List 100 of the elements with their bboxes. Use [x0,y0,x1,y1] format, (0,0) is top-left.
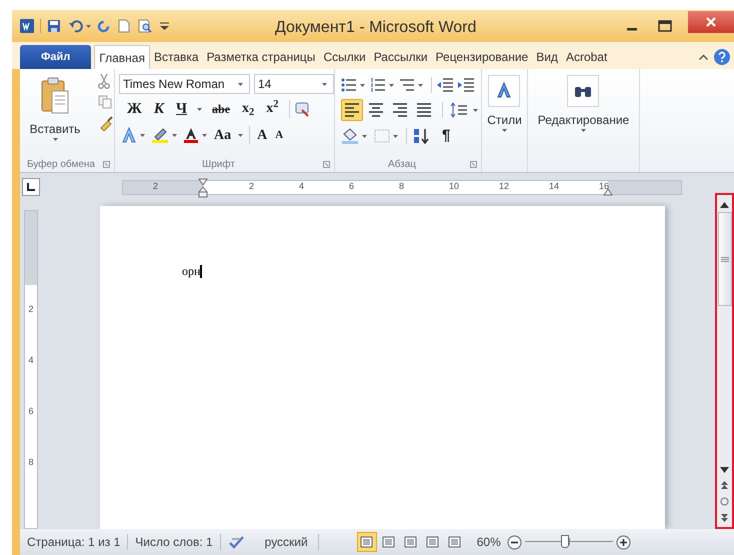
ribbon-tab[interactable]: Ссылки [319,45,370,69]
ribbon-tab[interactable]: Рассылки [370,45,432,69]
multilevel-list-icon[interactable] [399,78,415,92]
align-center-icon [368,102,384,118]
format-painter-icon[interactable] [98,115,114,131]
vertical-scrollbar[interactable] [715,193,734,529]
font-name-field[interactable]: Times New Roman [119,74,250,94]
print-preview-icon[interactable] [138,19,152,33]
increase-indent-icon[interactable] [458,78,474,92]
ribbon-tab[interactable]: Acrobat [562,45,612,69]
dropdown-caret-icon[interactable] [502,129,507,132]
bold-button[interactable]: Ж [122,102,147,116]
highlight-icon[interactable] [151,127,169,143]
sort-icon[interactable] [412,128,430,144]
dropdown-caret-icon[interactable] [52,138,58,141]
help-icon[interactable] [714,49,730,65]
shrink-font-button[interactable]: A [271,126,288,144]
document-text: орн [182,263,200,280]
clear-formatting-icon[interactable] [294,101,311,117]
new-document-icon[interactable] [118,19,130,33]
customize-toolbar-icon[interactable] [160,21,169,31]
page-view-icon [360,536,374,548]
group-label: Абзац [388,158,416,172]
dropdown-caret-icon[interactable] [393,134,398,138]
subscript-button[interactable]: x$_{2}$ [237,102,260,116]
editing-button[interactable]: Редактирование [538,75,630,132]
dialog-launcher-icon[interactable] [103,161,110,168]
numbering-icon[interactable] [370,78,386,92]
ruler-number: 4 [299,182,304,190]
scroll-down-icon[interactable] [720,467,729,473]
font-color-icon[interactable] [183,127,199,143]
undo-icon[interactable] [69,19,83,33]
show-formatting-button[interactable]: ¶ [442,124,450,148]
italic-button[interactable]: К [148,102,170,116]
dropdown-caret-icon[interactable] [197,108,202,110]
align-justify-icon [416,102,432,118]
shading-icon[interactable] [341,128,359,144]
file-tab[interactable]: Файл [20,45,92,69]
dropdown-caret-icon[interactable] [172,134,177,136]
dropdown-caret-icon[interactable] [86,24,91,28]
dropdown-caret-icon[interactable] [418,84,423,86]
dropdown-caret-icon[interactable] [362,134,367,138]
tab-selector-button[interactable] [22,178,40,196]
ribbon-tab[interactable]: Вставка [150,45,203,69]
paste-icon[interactable] [40,77,70,115]
scroll-up-icon[interactable] [720,202,729,208]
font-size-field[interactable]: 14 [254,74,334,94]
next-page-icon[interactable] [721,514,728,522]
save-icon[interactable] [47,19,61,33]
ribbon-tab[interactable]: Разметка страницы [202,45,320,69]
dialog-launcher-icon[interactable] [323,161,330,168]
previous-page-icon[interactable] [721,481,728,489]
paste-button[interactable]: Вставить [30,120,80,138]
strikethrough-button[interactable]: abe [207,103,236,115]
dropdown-caret-icon[interactable] [202,134,207,136]
zoom-slider[interactable] [524,534,613,550]
ribbon-tab[interactable]: Рецензирование [432,45,532,69]
maximize-icon[interactable] [658,20,672,32]
dropdown-caret-icon[interactable] [238,82,243,86]
styles-icon [495,82,514,100]
close-button[interactable] [688,11,734,33]
word-logo-icon[interactable] [20,19,34,33]
ribbon-tab[interactable]: Вид [532,45,562,69]
zoom-out-icon[interactable] [506,534,522,550]
zoom-in-icon[interactable] [616,534,631,550]
group-label: Шрифт [202,158,235,172]
redo-icon[interactable] [97,20,110,32]
scroll-thumb[interactable] [718,212,732,306]
word-count[interactable]: Число слов: 1 [128,533,220,551]
collapse-ribbon-icon[interactable] [699,54,708,60]
page-count[interactable]: Страница: 1 из 1 [20,533,128,551]
underline-button[interactable]: Ч [171,102,192,116]
print-layout-button[interactable] [356,532,377,552]
grow-font-button[interactable]: A [253,124,272,146]
text-effects-icon[interactable] [122,127,136,143]
line-spacing-icon[interactable] [450,102,468,118]
dropdown-caret-icon[interactable] [580,129,586,132]
ruler-number: 2 [153,182,158,190]
dropdown-caret-icon[interactable] [238,134,244,136]
zoom-level[interactable]: 60% [476,533,501,551]
ruler-number: 8 [28,458,34,467]
ruler-number: 8 [399,182,404,190]
change-case-button[interactable]: Aa [210,124,236,146]
dropdown-caret-icon[interactable] [473,108,478,112]
align-left-button[interactable] [341,99,363,121]
decrease-indent-icon[interactable] [437,78,453,92]
bullets-icon[interactable] [341,78,357,92]
dropdown-caret-icon[interactable] [322,82,327,86]
dropdown-caret-icon[interactable] [389,84,394,86]
dropdown-caret-icon[interactable] [360,84,365,86]
right-indent-marker-icon[interactable] [603,188,613,196]
language-indicator[interactable]: русский [254,533,318,551]
dropdown-caret-icon[interactable] [140,134,145,136]
dialog-launcher-icon[interactable] [470,161,477,168]
ribbon-tab[interactable]: Главная [94,45,150,69]
indent-marker-icon[interactable] [198,178,208,198]
browse-object-icon[interactable] [720,497,729,506]
zoom-slider-thumb[interactable] [560,535,569,548]
superscript-button[interactable]: x$^{2}$ [261,102,284,116]
scissors-icon[interactable] [98,73,110,89]
